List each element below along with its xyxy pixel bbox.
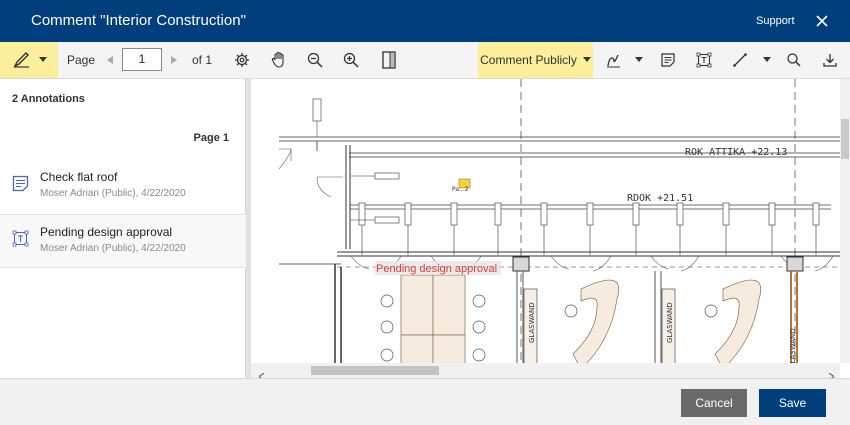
- annotation-meta: Moser Adrian (Public), 4/22/2020: [40, 243, 186, 254]
- horizontal-scrollbar[interactable]: [251, 363, 840, 381]
- annotation-title: Pending design approval: [40, 225, 173, 239]
- close-icon[interactable]: [814, 13, 830, 29]
- dialog-title: Comment "Interior Construction": [31, 12, 246, 29]
- pen-icon: [11, 51, 33, 69]
- glaswand-label: GLASWAND: [666, 302, 674, 343]
- markup-text-annotation[interactable]: Pending design approval: [376, 263, 497, 275]
- line-tool-icon[interactable]: [728, 42, 752, 78]
- annotation-item[interactable]: Check flat roof Moser Adrian (Public), 4…: [0, 160, 246, 214]
- comment-publicly-label: Comment Publicly: [480, 53, 577, 67]
- chevron-down-icon[interactable]: [630, 42, 648, 78]
- support-link[interactable]: Support: [756, 15, 795, 27]
- floor-plan-drawing: ROK ATTIKA +22.13 RDOK +21.51 Pa...2 GLA…: [251, 79, 850, 378]
- chevron-down-icon[interactable]: [758, 42, 776, 78]
- note-icon[interactable]: [656, 42, 680, 78]
- prev-page-icon[interactable]: [104, 42, 116, 78]
- annotation-meta: Moser Adrian (Public), 4/22/2020: [40, 188, 186, 199]
- glaswand-label: GLASWAND: [528, 302, 536, 343]
- cancel-button[interactable]: Cancel: [681, 389, 747, 417]
- note-marker-label: Pa...2: [452, 186, 469, 193]
- page-group-label: Page 1: [193, 132, 229, 144]
- zoom-in-icon[interactable]: [338, 42, 364, 78]
- annotation-item[interactable]: Pending design approval Moser Adrian (Pu…: [0, 214, 246, 268]
- zoom-out-icon[interactable]: [302, 42, 328, 78]
- vertical-scrollbar[interactable]: [840, 79, 850, 363]
- annotation-title: Check flat roof: [40, 170, 118, 184]
- fit-page-icon[interactable]: [376, 42, 402, 78]
- document-viewer[interactable]: ROK ATTIKA +22.13 RDOK +21.51 Pa...2 GLA…: [251, 79, 850, 378]
- download-icon[interactable]: [818, 42, 842, 78]
- search-icon[interactable]: [782, 42, 806, 78]
- note-icon: [12, 175, 29, 197]
- toolbar: Page 1 of 1 Comment Publicly: [0, 42, 850, 79]
- pen-tool-button[interactable]: [0, 42, 58, 78]
- drawing-label-rdok: RDOK +21.51: [627, 193, 693, 204]
- text-box-icon: [12, 230, 29, 252]
- text-box-icon[interactable]: [692, 42, 716, 78]
- horizontal-scroll-thumb[interactable]: [311, 366, 439, 375]
- dialog-footer: Cancel Save: [0, 378, 850, 425]
- page-number-input[interactable]: 1: [122, 48, 162, 71]
- chevron-down-icon: [582, 57, 591, 63]
- comment-publicly-dropdown[interactable]: Comment Publicly: [478, 42, 593, 78]
- chevron-down-icon: [39, 57, 47, 63]
- next-page-icon[interactable]: [168, 42, 180, 78]
- page-count-label: of 1: [191, 53, 212, 67]
- annotations-panel: 2 Annotations Page 1 Check flat roof Mos…: [0, 79, 246, 378]
- freehand-icon[interactable]: [600, 42, 626, 78]
- drawing-label-rok: ROK ATTIKA +22.13: [685, 147, 787, 158]
- page-label: Page: [66, 53, 96, 67]
- annotations-count: 2 Annotations: [12, 93, 85, 105]
- title-bar: Comment "Interior Construction" Support: [0, 0, 850, 42]
- hand-pan-icon[interactable]: [266, 42, 292, 78]
- vertical-scroll-thumb[interactable]: [841, 119, 849, 159]
- save-button[interactable]: Save: [759, 389, 826, 417]
- settings-gear-icon[interactable]: [230, 42, 254, 78]
